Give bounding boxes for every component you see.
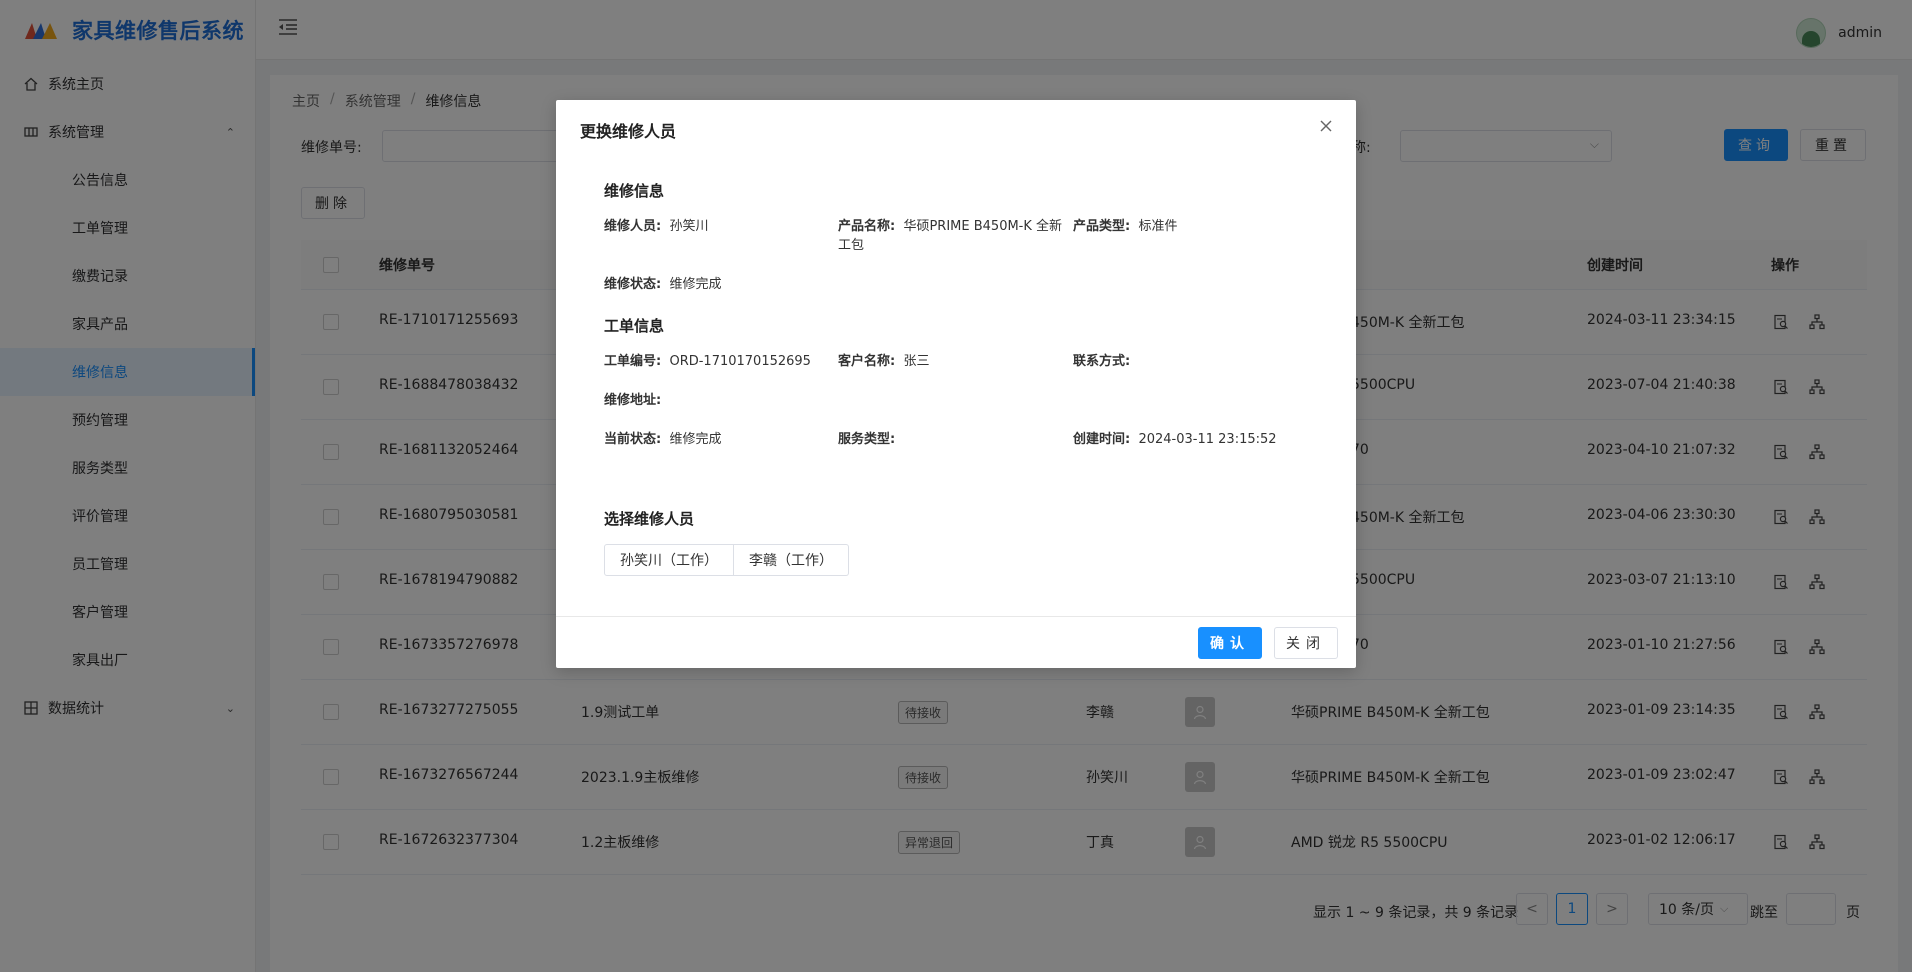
product-field: 产品名称: 华硕PRIME B450M-K 全新 工包 xyxy=(838,217,1062,255)
address-label: 维修地址: xyxy=(604,393,662,408)
product-type-value: 标准件 xyxy=(1138,219,1178,234)
close-button[interactable]: 关闭 xyxy=(1274,627,1338,659)
worker-option-li[interactable]: 李赣（工作） xyxy=(734,544,849,576)
current-status-label: 当前状态: xyxy=(604,432,662,447)
dialog-footer: 确认 关闭 xyxy=(556,616,1356,668)
service-type-label: 服务类型: xyxy=(838,432,896,447)
order-no-label: 工单编号: xyxy=(604,354,662,369)
repair-status-value: 维修完成 xyxy=(669,277,722,292)
contact-label: 联系方式: xyxy=(1073,354,1131,369)
order-info-title: 工单信息 xyxy=(604,317,665,335)
current-status-value: 维修完成 xyxy=(669,432,722,447)
worker-value: 孙笑川 xyxy=(669,219,709,234)
created-label: 创建时间: xyxy=(1073,432,1131,447)
dialog-title: 更换维修人员 xyxy=(580,122,677,141)
repair-status-field: 维修状态: 维修完成 xyxy=(604,275,721,294)
worker-option-sun[interactable]: 孙笑川（工作） xyxy=(604,544,734,576)
choose-worker-title: 选择维修人员 xyxy=(604,510,695,528)
created-field: 创建时间: 2024-03-11 23:15:52 xyxy=(1073,430,1277,449)
worker-field: 维修人员: 孙笑川 xyxy=(604,217,708,236)
product-type-field: 产品类型: 标准件 xyxy=(1073,217,1177,236)
current-status-field: 当前状态: 维修完成 xyxy=(604,430,721,449)
worker-radio-group: 孙笑川（工作） 李赣（工作） xyxy=(604,544,849,576)
product-type-label: 产品类型: xyxy=(1073,219,1131,234)
created-value: 2024-03-11 23:15:52 xyxy=(1138,432,1277,447)
worker-label: 维修人员: xyxy=(604,219,662,234)
product-value-cont: 工包 xyxy=(838,238,865,253)
customer-field: 客户名称: 张三 xyxy=(838,352,929,371)
repair-status-label: 维修状态: xyxy=(604,277,662,292)
contact-field: 联系方式: xyxy=(1073,352,1130,371)
product-label: 产品名称: xyxy=(838,219,896,234)
service-type-field: 服务类型: xyxy=(838,430,895,449)
address-field: 维修地址: xyxy=(604,391,661,410)
confirm-button[interactable]: 确认 xyxy=(1198,627,1262,659)
customer-label: 客户名称: xyxy=(838,354,896,369)
close-icon[interactable] xyxy=(1318,118,1334,134)
order-no-field: 工单编号: ORD-1710170152695 xyxy=(604,352,811,371)
product-value: 华硕PRIME B450M-K 全新 xyxy=(903,219,1063,234)
change-worker-dialog: 更换维修人员 维修信息 维修人员: 孙笑川 产品名称: 华硕PRIME B450… xyxy=(556,100,1356,668)
order-no-value: ORD-1710170152695 xyxy=(669,354,811,369)
repair-info-title: 维修信息 xyxy=(604,182,665,200)
customer-value: 张三 xyxy=(903,354,930,369)
